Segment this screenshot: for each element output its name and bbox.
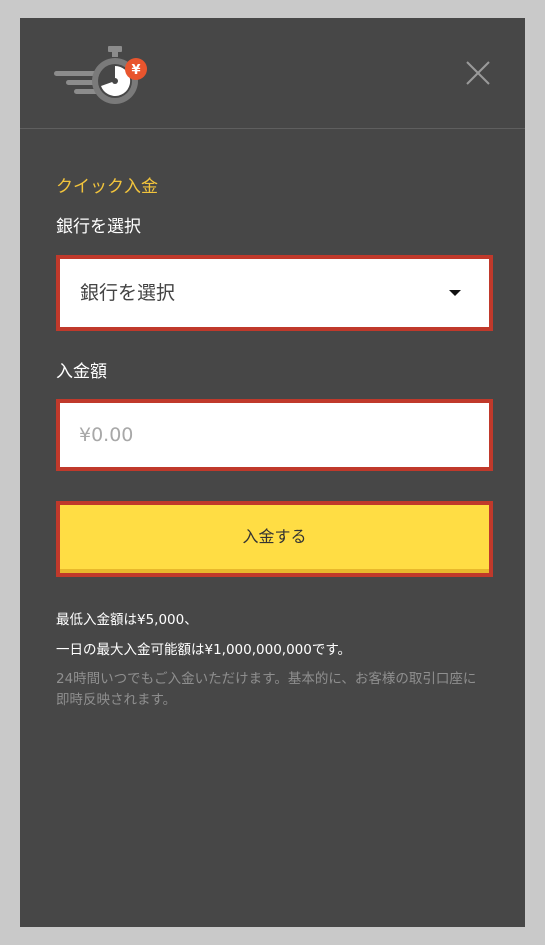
stopwatch-yen-icon: ¥ xyxy=(54,40,154,110)
modal-header: ¥ xyxy=(20,18,525,129)
amount-label: 入金額 xyxy=(56,362,107,382)
logo-badge-text: ¥ xyxy=(131,63,140,78)
min-deposit-text: 最低入金額は¥5,000、 xyxy=(56,612,198,628)
modal-content: クイック入金 銀行を選択 銀行を選択 入金額 入金する 最低入金額は¥5,000… xyxy=(20,176,525,711)
close-icon xyxy=(466,61,490,85)
amount-input[interactable] xyxy=(60,403,489,467)
bank-label: 銀行を選択 xyxy=(56,217,141,237)
deposit-note: 24時間いつでもご入金いただけます。基本的に、お客様の取引口座に即時反映されます… xyxy=(56,671,477,708)
deposit-info: 最低入金額は¥5,000、 一日の最大入金可能額は¥1,000,000,000で… xyxy=(56,610,489,711)
deposit-button[interactable]: 入金する xyxy=(56,501,493,577)
deposit-button-label: 入金する xyxy=(242,527,307,546)
section-title: クイック入金 xyxy=(56,177,158,197)
close-button[interactable] xyxy=(465,60,491,86)
max-deposit-text: 一日の最大入金可能額は¥1,000,000,000です。 xyxy=(56,642,352,658)
chevron-down-icon xyxy=(449,290,461,296)
bank-select-value: 銀行を選択 xyxy=(80,282,176,304)
amount-field-wrapper xyxy=(56,399,493,471)
bank-select[interactable]: 銀行を選択 xyxy=(56,255,493,331)
logo-graphic: ¥ xyxy=(54,46,147,104)
quick-deposit-modal: ¥ クイック入金 銀行を選択 銀行を選択 入金額 入金する 最低入金額は¥5,0… xyxy=(20,18,525,927)
